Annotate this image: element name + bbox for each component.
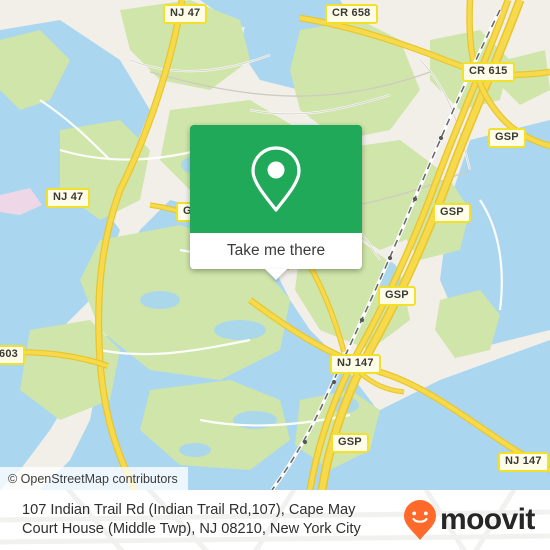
- road-shield-603: 603: [0, 345, 25, 365]
- road-shield-cr-615: CR 615: [462, 62, 515, 82]
- map-attribution: © OpenStreetMap contributors: [0, 467, 188, 490]
- address-line-1: 107 Indian Trail Rd (Indian Trail Rd,107…: [22, 502, 356, 518]
- map-attribution-text: © OpenStreetMap contributors: [8, 471, 178, 486]
- map-pin-icon: [251, 146, 301, 212]
- callout-header: [190, 125, 362, 233]
- callout-tail: [265, 269, 287, 280]
- location-callout[interactable]: Take me there: [190, 125, 362, 280]
- map-canvas[interactable]: NJ 47 CR 658 CR 615 GSP NJ 47 G GSP GSP 603 NJ 14…: [0, 0, 550, 490]
- footer-bar: 107 Indian Trail Rd (Indian Trail Rd,107…: [0, 490, 550, 550]
- moovit-wordmark: moovit: [440, 503, 535, 536]
- address-line-2: Court House (Middle Twp), NJ 08210, New …: [22, 521, 361, 537]
- take-me-there-label: Take me there: [226, 242, 326, 259]
- road-shield-nj-147-east: NJ 147: [498, 452, 549, 472]
- road-shield-nj-47-north: NJ 47: [163, 4, 208, 24]
- road-shield-gsp-4: GSP: [331, 433, 369, 453]
- moovit-map-screenshot: NJ 47 CR 658 CR 615 GSP NJ 47 G GSP GSP 603 NJ 14…: [0, 0, 550, 550]
- address-caption: 107 Indian Trail Rd (Indian Trail Rd,107…: [22, 501, 400, 539]
- road-shield-nj-147-west: NJ 147: [330, 354, 381, 374]
- road-shield-gsp-3: GSP: [378, 286, 416, 306]
- moovit-smiley-pin-icon: [404, 500, 436, 540]
- road-shield-nj-47-west: NJ 47: [46, 188, 91, 208]
- callout-footer[interactable]: Take me there: [190, 233, 362, 280]
- road-shield-gsp-2: GSP: [433, 203, 471, 223]
- road-shield-gsp-1: GSP: [488, 128, 526, 148]
- moovit-logo: moovit: [402, 498, 535, 542]
- road-shield-cr-658: CR 658: [325, 4, 378, 24]
